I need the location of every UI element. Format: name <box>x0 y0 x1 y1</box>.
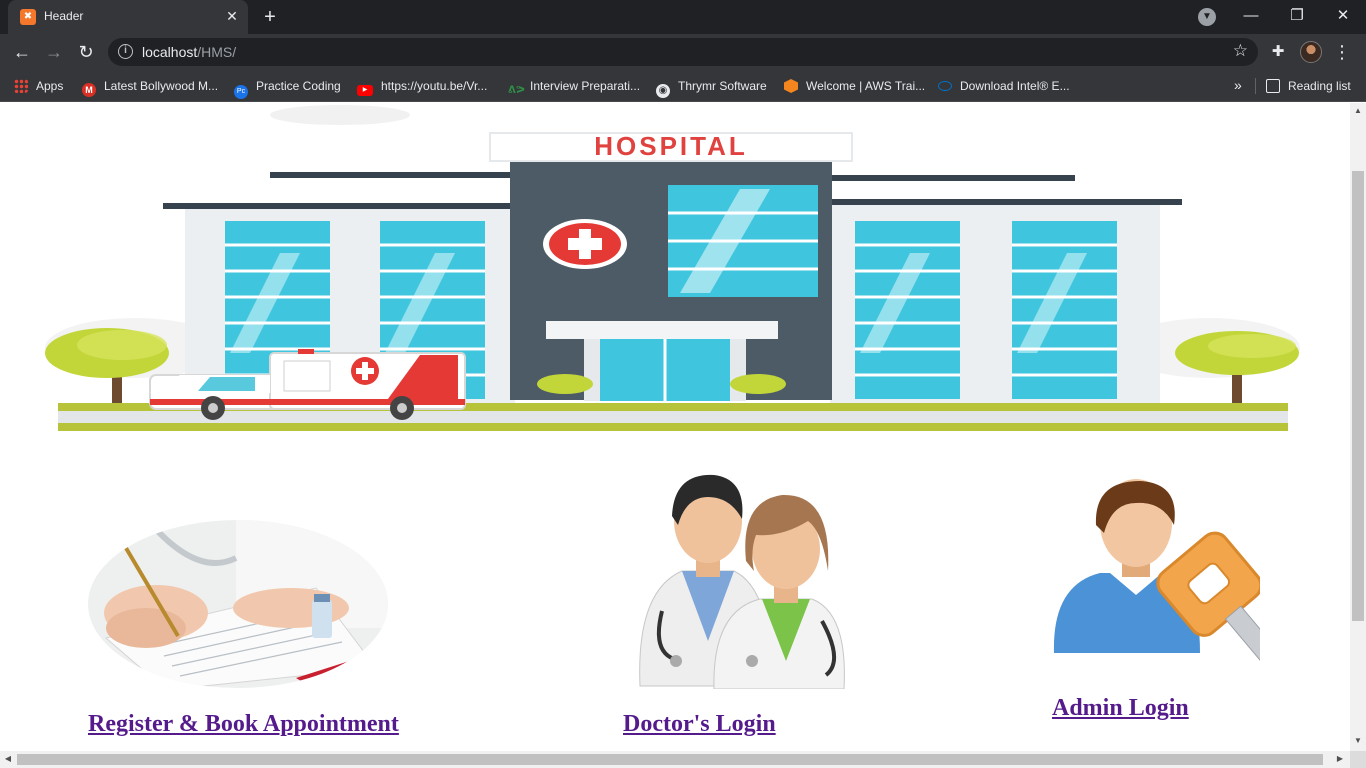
back-button[interactable]: ← <box>8 38 36 66</box>
admin-login-link[interactable]: Admin Login <box>1052 695 1189 722</box>
reload-button[interactable]: ↻ <box>72 38 100 66</box>
extensions-puzzle-icon[interactable]: ✚ <box>1268 42 1288 62</box>
bookmark-intel[interactable]: Download Intel® E... <box>938 77 1070 95</box>
hospital-banner-image: HOSPITAL <box>45 105 1300 431</box>
horizontal-scroll-thumb[interactable] <box>17 754 1323 765</box>
bookmark-practice-coding[interactable]: Pc Practice Coding <box>234 77 341 99</box>
profile-avatar[interactable] <box>1300 41 1322 63</box>
reading-list-icon <box>1266 79 1280 93</box>
apps-grid-icon <box>14 79 28 93</box>
m-icon: M <box>82 83 96 97</box>
url-path: /HMS/ <box>197 44 237 60</box>
address-bar[interactable]: i localhost/HMS/ ☆ <box>108 38 1258 66</box>
bookmarks-bar: Apps M Latest Bollywood M... Pc Practice C… <box>0 70 1366 102</box>
bookmarks-divider <box>1255 78 1256 94</box>
scroll-left-icon[interactable]: ◀ <box>4 755 12 763</box>
scroll-down-icon[interactable]: ▼ <box>1354 737 1362 745</box>
bookmark-interview-prep[interactable]: ᕕᕗ Interview Preparati... <box>508 77 640 96</box>
close-window-button[interactable]: ✕ <box>1320 0 1366 34</box>
tab-title: Header <box>44 9 84 23</box>
hospital-sign-text: HOSPITAL <box>594 131 748 161</box>
intel-icon <box>938 81 952 91</box>
scroll-right-icon[interactable]: ▶ <box>1336 755 1344 763</box>
bookmark-star-icon[interactable]: ☆ <box>1233 41 1248 61</box>
bookmark-latest-bollywood[interactable]: M Latest Bollywood M... <box>82 77 218 97</box>
minimize-button[interactable]: — <box>1228 0 1274 34</box>
bookmark-youtube[interactable]: ▶ https://youtu.be/Vr... <box>357 77 487 96</box>
xampp-icon: ✖ <box>20 9 36 25</box>
globe-icon: ◉ <box>656 84 670 98</box>
restore-button[interactable]: ❐ <box>1274 0 1320 34</box>
new-tab-button[interactable]: + <box>258 5 282 29</box>
admin-key-image[interactable] <box>1050 475 1260 671</box>
browser-toolbar: ← → ↻ i localhost/HMS/ ☆ ✚ ⋮ <box>0 34 1366 70</box>
pc-icon: Pc <box>234 85 248 99</box>
page-viewport: HOSPITAL Register & Book Appointment Doc… <box>0 103 1350 751</box>
forward-button[interactable]: → <box>40 38 68 66</box>
register-book-appointment-link[interactable]: Register & Book Appointment <box>88 711 399 738</box>
scroll-up-icon[interactable]: ▲ <box>1354 107 1362 115</box>
vertical-scrollbar[interactable]: ▲ ▼ <box>1350 103 1366 751</box>
info-icon[interactable]: i <box>118 44 133 59</box>
browser-menu-icon[interactable]: ⋮ <box>1333 39 1351 65</box>
tab-strip: ✖ Header ✕ + ▼ — ❐ ✕ <box>0 0 1366 34</box>
url-text[interactable]: localhost/HMS/ <box>142 44 236 60</box>
bookmark-thrymr[interactable]: ◉ Thrymr Software <box>656 77 767 98</box>
gfg-icon: ᕕᕗ <box>508 85 526 96</box>
close-tab-icon[interactable]: ✕ <box>223 7 241 25</box>
tab-search-icon[interactable]: ▼ <box>1198 8 1216 26</box>
active-tab[interactable]: ✖ Header ✕ <box>8 0 248 34</box>
medical-form-image[interactable] <box>86 518 390 690</box>
horizontal-scrollbar[interactable]: ◀ ▶ <box>0 751 1350 768</box>
reading-list-button[interactable]: Reading list <box>1266 77 1351 95</box>
scrollbar-corner <box>1350 751 1366 768</box>
url-host: localhost <box>142 44 198 60</box>
bookmark-aws[interactable]: Welcome | AWS Trai... <box>784 77 925 95</box>
doctors-login-link[interactable]: Doctor's Login <box>623 711 776 738</box>
youtube-icon: ▶ <box>357 85 373 96</box>
vertical-scroll-thumb[interactable] <box>1352 171 1364 621</box>
bookmark-apps[interactable]: Apps <box>14 77 63 95</box>
doctors-image[interactable] <box>622 461 848 689</box>
bookmarks-overflow-icon[interactable]: » <box>1234 77 1242 93</box>
aws-icon <box>784 79 798 93</box>
